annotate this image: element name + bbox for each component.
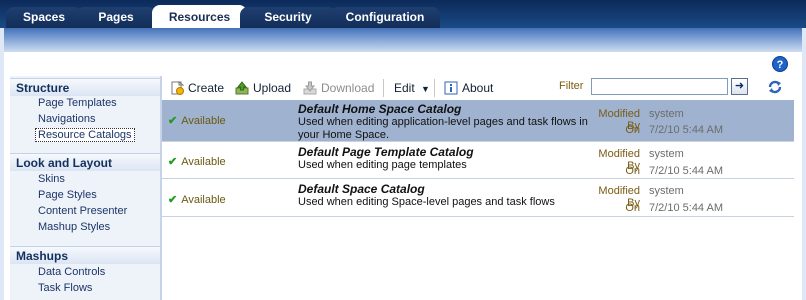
help-icon[interactable]: ?	[772, 56, 788, 72]
catalog-table: ✔ Available Default Home Space Catalog Us…	[162, 100, 794, 300]
catalog-title[interactable]: Default Space Catalog	[298, 182, 425, 196]
on-value: 7/2/10 5:44 AM	[649, 124, 723, 136]
catalog-title[interactable]: Default Page Template Catalog	[298, 145, 474, 159]
sidebar-item-skins[interactable]: Skins	[38, 173, 65, 185]
tab-security[interactable]: Security	[240, 7, 336, 28]
sidebar-item-navigations[interactable]: Navigations	[38, 113, 95, 125]
tab-resources[interactable]: Resources	[152, 5, 247, 28]
filter-label: Filter	[559, 80, 584, 92]
upload-button[interactable]: Upload	[235, 79, 291, 97]
sidebar-item-content-presenter[interactable]: Content Presenter	[38, 205, 127, 217]
sidebar-item-task-flows[interactable]: Task Flows	[38, 282, 92, 294]
status-text: Available	[181, 194, 226, 206]
modified-by-value: system	[649, 108, 684, 120]
sidebar: Structure Page Templates Navigations Res…	[10, 76, 160, 300]
upload-button-label: Upload	[253, 81, 292, 95]
modified-by-value: system	[649, 185, 684, 197]
download-button-label: Download	[321, 81, 375, 95]
sidebar-item-data-controls[interactable]: Data Controls	[38, 266, 105, 278]
check-icon: ✔	[168, 115, 178, 127]
sidebar-section-structure: Structure	[10, 78, 160, 96]
catalog-description: Used when editing application-level page…	[298, 116, 588, 141]
sidebar-section-look-and-layout: Look and Layout	[10, 153, 160, 171]
on-label: On	[625, 165, 640, 177]
catalog-description: Used when editing page templates	[298, 159, 467, 171]
check-icon: ✔	[168, 194, 178, 206]
header-band	[4, 28, 802, 52]
upload-icon	[235, 81, 249, 95]
catalog-title[interactable]: Default Home Space Catalog	[298, 102, 461, 116]
about-button[interactable]: About	[444, 79, 493, 97]
tab-configuration[interactable]: Configuration	[330, 7, 440, 28]
status-cell: ✔ Available	[168, 155, 226, 168]
top-navigation-bar: Spaces Pages Resources Security Configur…	[0, 0, 806, 28]
sidebar-item-page-styles[interactable]: Page Styles	[38, 189, 97, 201]
table-row[interactable]: ✔ Available Default Home Space Catalog Us…	[162, 100, 794, 142]
toolbar-separator	[434, 79, 435, 97]
edit-menu-button[interactable]: Edit ▼	[394, 79, 430, 97]
tab-spaces[interactable]: Spaces	[6, 7, 82, 28]
on-label: On	[625, 124, 640, 136]
sidebar-item-mashup-styles[interactable]: Mashup Styles	[38, 221, 110, 233]
sidebar-section-mashups: Mashups	[10, 246, 160, 264]
on-value: 7/2/10 5:44 AM	[649, 165, 723, 177]
about-button-label: About	[462, 81, 494, 95]
check-icon: ✔	[168, 156, 178, 168]
chevron-down-icon: ▼	[421, 84, 430, 94]
edit-button-label: Edit	[394, 81, 415, 95]
sidebar-item-resource-catalogs[interactable]: Resource Catalogs	[35, 128, 135, 142]
create-button-label: Create	[188, 81, 225, 95]
on-value: 7/2/10 5:44 AM	[649, 202, 723, 214]
download-icon	[303, 81, 317, 95]
info-icon	[444, 81, 458, 95]
filter-input[interactable]	[591, 78, 728, 95]
table-row[interactable]: ✔ Available Default Page Template Catalog…	[162, 143, 794, 179]
tab-pages[interactable]: Pages	[76, 7, 156, 28]
table-row[interactable]: ✔ Available Default Space Catalog Used wh…	[162, 180, 794, 217]
create-icon	[170, 81, 185, 95]
modified-by-value: system	[649, 148, 684, 160]
create-button[interactable]: Create	[170, 79, 224, 97]
status-text: Available	[181, 156, 226, 168]
download-button[interactable]: Download	[303, 79, 374, 97]
catalog-description: Used when editing Space-level pages and …	[298, 196, 555, 208]
toolbar-separator	[383, 79, 384, 97]
status-text: Available	[181, 115, 226, 127]
status-cell: ✔ Available	[168, 114, 226, 127]
sidebar-item-page-templates[interactable]: Page Templates	[38, 97, 117, 109]
on-label: On	[625, 202, 640, 214]
filter-go-button[interactable]: ➜	[731, 78, 748, 95]
status-cell: ✔ Available	[168, 193, 226, 206]
refresh-icon[interactable]	[766, 78, 784, 96]
